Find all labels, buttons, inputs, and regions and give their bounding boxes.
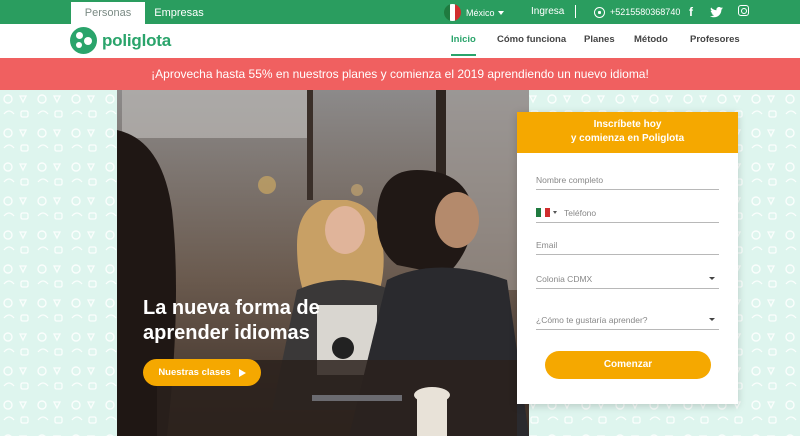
whatsapp-contact[interactable]: +5215580368740 bbox=[594, 0, 680, 24]
chevron-down-icon bbox=[709, 318, 715, 321]
country-selector[interactable]: México bbox=[444, 4, 504, 21]
nav-profesores[interactable]: Profesores bbox=[690, 24, 740, 58]
nav-como-funciona[interactable]: Cómo funciona bbox=[497, 24, 566, 58]
tab-empresas[interactable]: Empresas bbox=[150, 2, 208, 24]
hero-headline: La nueva forma de aprender idiomas bbox=[143, 297, 320, 344]
learning-mode-placeholder: ¿Cómo te gustaría aprender? bbox=[536, 314, 648, 325]
cta-label: Nuestras clases bbox=[158, 367, 231, 378]
nuestras-clases-button[interactable]: Nuestras clases bbox=[143, 359, 261, 386]
nav-planes[interactable]: Planes bbox=[584, 24, 615, 58]
login-link[interactable]: Ingresa bbox=[531, 0, 564, 24]
name-field[interactable]: Nombre completo bbox=[536, 170, 719, 190]
logo-text: poliglota bbox=[102, 30, 172, 50]
country-code-selector[interactable] bbox=[536, 208, 557, 217]
location-value: Colonia CDMX bbox=[536, 273, 593, 284]
instagram-icon[interactable] bbox=[738, 5, 749, 16]
mexico-flag-icon bbox=[444, 4, 461, 21]
chevron-down-icon bbox=[553, 211, 557, 214]
location-select[interactable]: Colonia CDMX bbox=[536, 269, 719, 289]
form-title-line2: y comienza en Poliglota bbox=[570, 133, 685, 144]
chevron-down-icon bbox=[497, 10, 504, 15]
country-label: México bbox=[466, 7, 495, 18]
form-title-line1: Inscríbete hoy bbox=[593, 119, 662, 130]
name-placeholder: Nombre completo bbox=[536, 174, 604, 185]
top-bar: Personas Empresas México Ingresa +521558… bbox=[0, 0, 800, 24]
tab-personas[interactable]: Personas bbox=[71, 2, 145, 24]
nav-metodo[interactable]: Método bbox=[634, 24, 668, 58]
chevron-down-icon bbox=[709, 277, 715, 280]
email-field[interactable]: Email bbox=[536, 235, 719, 255]
main-nav: poliglota Inicio Cómo funciona Planes Mé… bbox=[0, 24, 800, 58]
poliglota-logo[interactable]: poliglota bbox=[70, 27, 171, 54]
comenzar-button[interactable]: Comenzar bbox=[545, 351, 711, 379]
phone-number: +5215580368740 bbox=[610, 7, 681, 17]
play-arrow-icon bbox=[238, 368, 246, 377]
nav-inicio[interactable]: Inicio bbox=[451, 24, 476, 58]
phone-placeholder: Teléfono bbox=[564, 207, 597, 218]
promo-banner[interactable]: ¡Aprovecha hasta 55% en nuestros planes … bbox=[0, 58, 800, 90]
whatsapp-icon bbox=[594, 6, 605, 18]
signup-form-header: Inscríbete hoy y comienza en Poliglota bbox=[517, 112, 738, 153]
phone-field[interactable]: Teléfono bbox=[536, 203, 719, 223]
mexico-flag-icon bbox=[536, 208, 551, 217]
twitter-icon[interactable] bbox=[710, 4, 724, 20]
facebook-icon[interactable]: f bbox=[686, 4, 696, 20]
learning-mode-select[interactable]: ¿Cómo te gustaría aprender? bbox=[536, 310, 719, 330]
divider bbox=[575, 5, 576, 18]
signup-form-card: Inscríbete hoy y comienza en Poliglota N… bbox=[517, 112, 738, 404]
email-placeholder: Email bbox=[536, 239, 558, 250]
logo-mark-icon bbox=[70, 27, 97, 54]
